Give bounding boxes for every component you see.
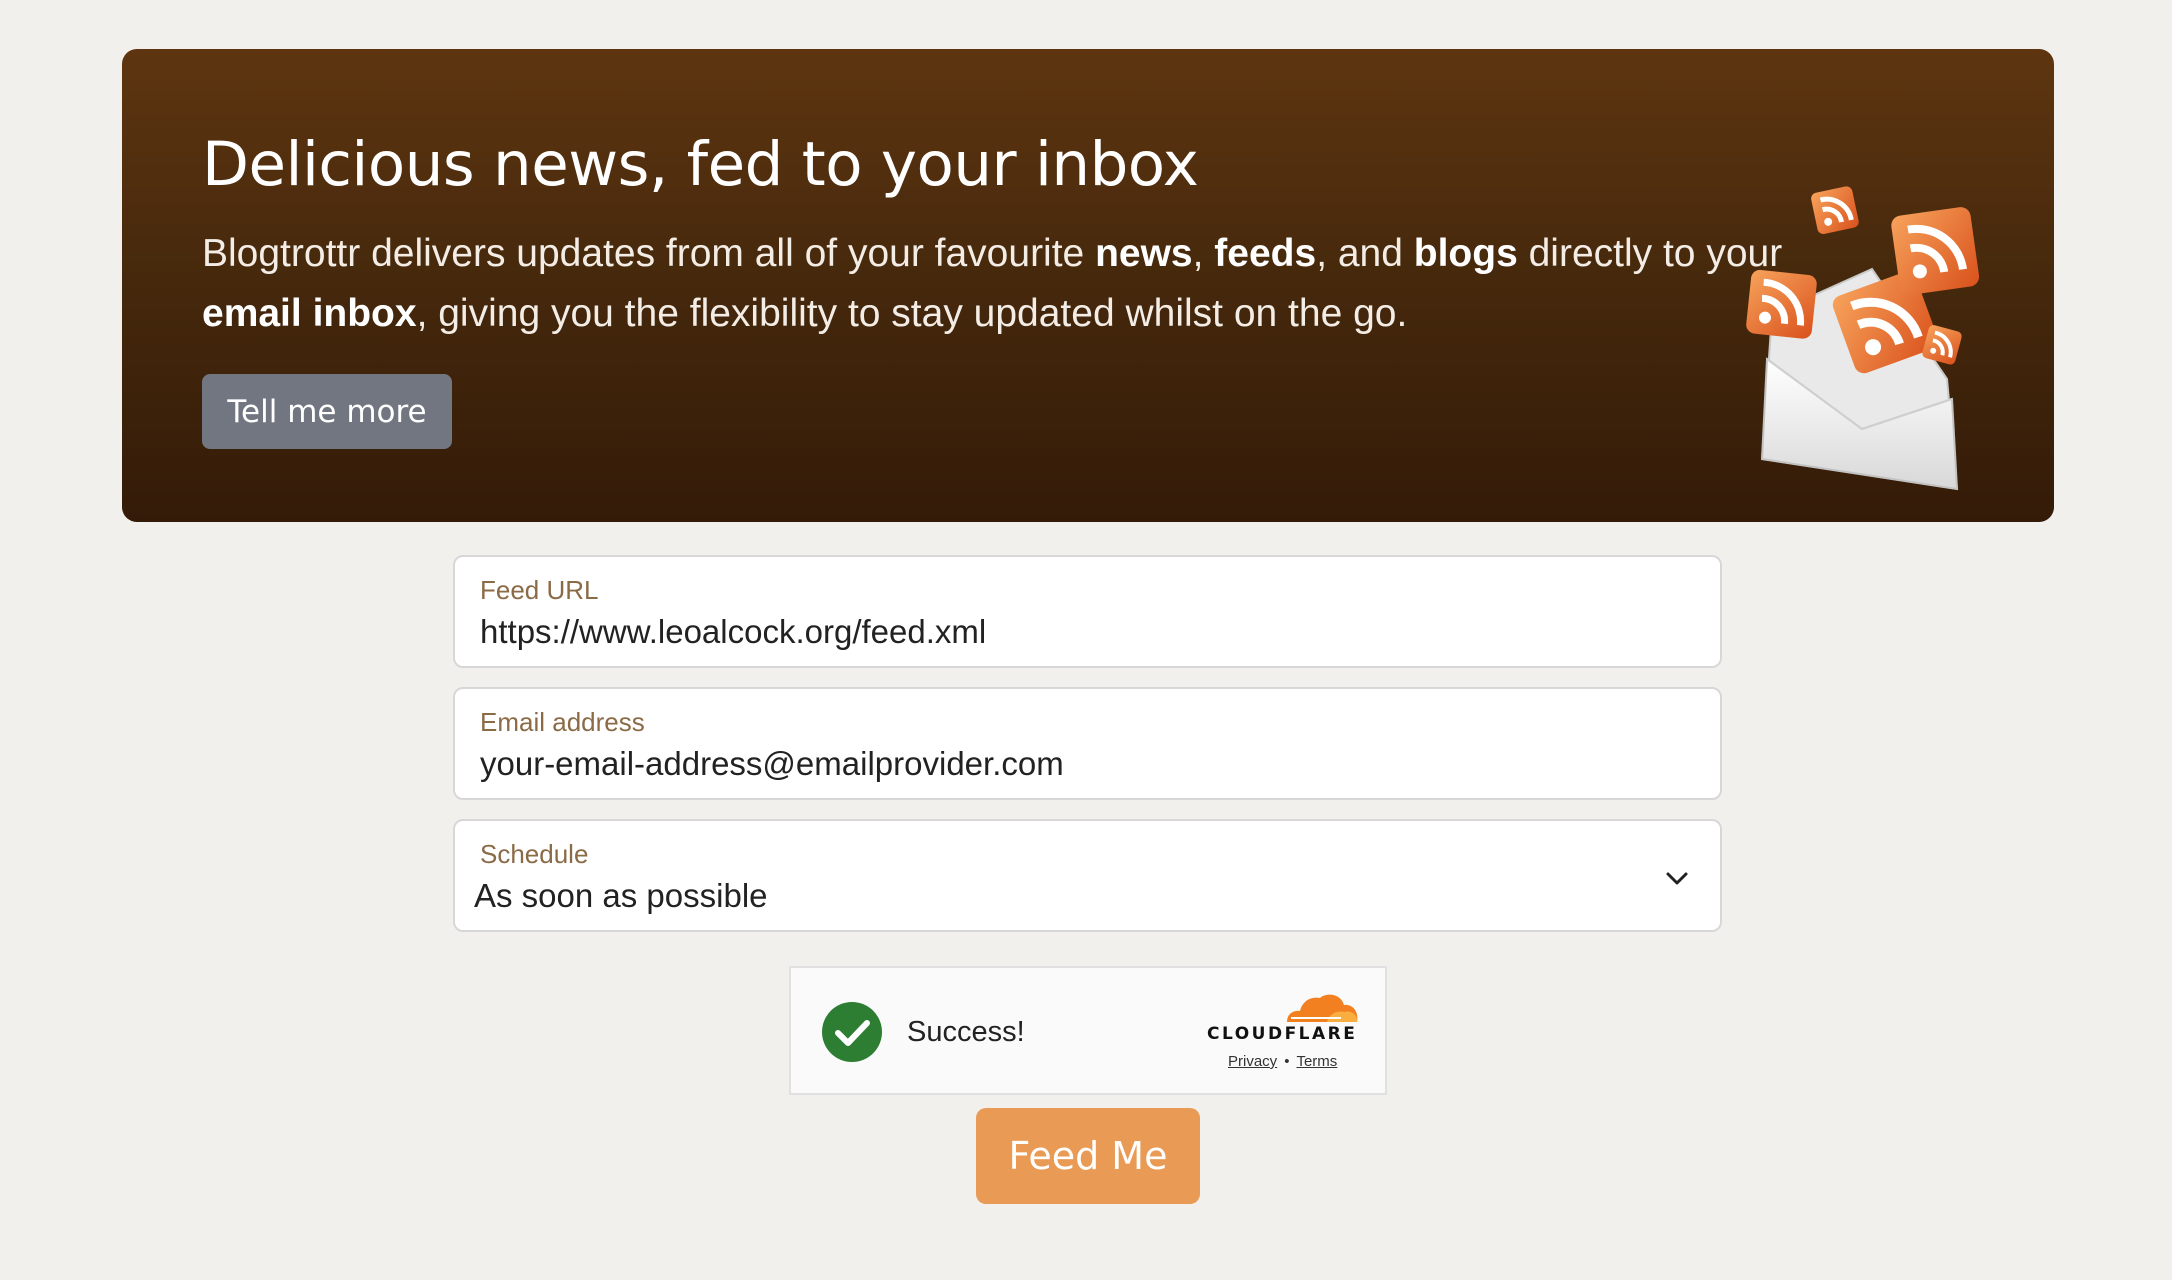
feed-url-field[interactable]: Feed URL https://www.leoalcock.org/feed.…: [453, 555, 1722, 668]
feed-me-button[interactable]: Feed Me: [976, 1108, 1200, 1204]
cloudflare-logo-icon: [1287, 994, 1358, 1022]
link-separator: •: [1284, 1053, 1290, 1070]
hero-banner: Delicious news, fed to your inbox Blogtr…: [122, 49, 2054, 522]
success-check-icon: [822, 1002, 882, 1062]
terms-link[interactable]: Terms: [1296, 1053, 1337, 1070]
email-input[interactable]: your-email-address@emailprovider.com: [480, 745, 1064, 783]
schedule-value[interactable]: As soon as possible: [474, 877, 768, 915]
hero-description: Blogtrottr delivers updates from all of …: [202, 232, 1783, 335]
chevron-down-icon[interactable]: [1664, 865, 1690, 891]
turnstile-status: Success!: [907, 1016, 1025, 1048]
tell-me-more-button[interactable]: Tell me more: [202, 374, 452, 449]
feed-url-label: Feed URL: [480, 575, 599, 605]
envelope-rss-illustration: [1746, 186, 1980, 491]
email-field[interactable]: Email address your-email-address@emailpr…: [453, 687, 1722, 800]
schedule-label: Schedule: [480, 839, 589, 869]
hero-title: Delicious news, fed to your inbox: [202, 129, 1199, 200]
schedule-select[interactable]: Schedule As soon as possible: [453, 819, 1722, 932]
turnstile-links: Privacy • Terms: [1228, 1053, 1337, 1070]
feed-url-input[interactable]: https://www.leoalcock.org/feed.xml: [480, 613, 986, 651]
email-label: Email address: [480, 707, 645, 737]
privacy-link[interactable]: Privacy: [1228, 1053, 1277, 1070]
cloudflare-turnstile-widget: Success! CLOUDFLARE Privacy • Terms: [789, 966, 1387, 1095]
cloudflare-brand: CLOUDFLARE: [1207, 1024, 1358, 1044]
